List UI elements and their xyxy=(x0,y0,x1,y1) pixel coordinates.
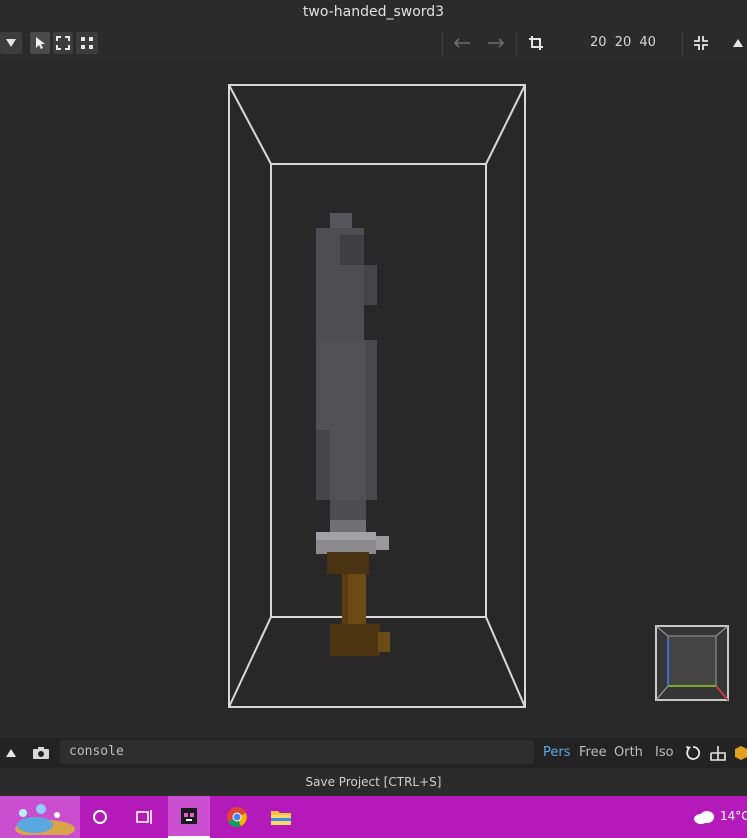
redo-button[interactable] xyxy=(484,32,508,54)
triangle-up-icon xyxy=(733,39,743,47)
select-tool-button[interactable] xyxy=(30,32,50,54)
dimension-z[interactable]: 40 xyxy=(639,35,656,50)
taskbar: 14°C xyxy=(0,796,747,838)
magicavoxel-icon xyxy=(181,808,197,824)
camera-mode-orth[interactable]: Orth xyxy=(614,745,643,760)
taskbar-app-chrome[interactable] xyxy=(216,796,258,838)
triangle-down-icon xyxy=(6,39,16,47)
taskbar-app-magicavoxel[interactable] xyxy=(168,796,210,838)
camera-mode-pers[interactable]: Pers xyxy=(543,745,571,760)
toolbar-divider xyxy=(442,32,443,56)
render-mode-button[interactable] xyxy=(735,742,747,764)
triangle-up-icon xyxy=(6,749,16,757)
window-title: two-handed_sword3 xyxy=(0,0,747,24)
main-menu-button[interactable] xyxy=(0,32,22,54)
toolbar-divider xyxy=(682,32,683,56)
volume-dimensions[interactable]: 20 20 40 xyxy=(590,35,656,50)
selection-frame-icon xyxy=(56,36,70,50)
voxel-viewport[interactable] xyxy=(0,60,747,736)
taskbar-app-file-explorer[interactable] xyxy=(260,796,302,838)
camera-mode-free[interactable]: Free xyxy=(579,745,607,760)
status-hint: Save Project [CTRL+S] xyxy=(0,770,747,796)
scene-canvas[interactable] xyxy=(0,60,747,736)
undo-button[interactable] xyxy=(450,32,474,54)
console-input[interactable]: console xyxy=(60,740,534,764)
grid-toggle-button[interactable] xyxy=(709,742,727,764)
weather-temperature[interactable]: 14°C xyxy=(720,809,747,823)
select-corners-icon xyxy=(81,37,93,49)
task-view-icon xyxy=(136,810,152,824)
widgets-landscape-icon xyxy=(15,804,75,835)
toolbar-divider xyxy=(516,32,517,56)
grid-icon xyxy=(710,746,726,761)
select-all-button[interactable] xyxy=(76,32,98,54)
rotate-reset-icon xyxy=(686,746,701,760)
reset-camera-button[interactable] xyxy=(684,742,702,764)
shrink-arrows-icon xyxy=(694,36,708,50)
camera-mode-iso[interactable]: Iso xyxy=(655,745,674,760)
start-button[interactable] xyxy=(0,796,80,838)
chrome-icon xyxy=(227,807,247,827)
arrow-left-icon xyxy=(453,38,470,48)
task-view-button[interactable] xyxy=(132,796,158,838)
bottom-bar: console Pers Free Orth Iso xyxy=(0,738,747,768)
cursor-arrow-icon xyxy=(36,37,45,49)
dimension-y[interactable]: 20 xyxy=(615,35,632,50)
select-area-button[interactable] xyxy=(53,32,73,54)
crop-icon xyxy=(529,36,543,50)
folder-icon xyxy=(271,811,291,825)
circle-search-icon xyxy=(93,810,107,824)
cube-icon xyxy=(735,746,747,760)
arrow-right-icon xyxy=(488,38,505,48)
screenshot-button[interactable] xyxy=(30,742,52,764)
search-button[interactable] xyxy=(88,796,112,838)
collapse-button[interactable] xyxy=(730,32,746,54)
crop-button[interactable] xyxy=(525,32,547,54)
weather-widget[interactable] xyxy=(690,796,718,838)
expand-panel-button[interactable] xyxy=(3,742,19,764)
camera-icon xyxy=(33,747,49,759)
dimension-x[interactable]: 20 xyxy=(590,35,607,50)
sword-model[interactable] xyxy=(316,213,390,656)
shrink-button[interactable] xyxy=(690,32,712,54)
cloud-icon xyxy=(694,811,714,824)
toolbar: 20 20 40 xyxy=(0,28,747,58)
orientation-cube[interactable] xyxy=(655,625,729,701)
